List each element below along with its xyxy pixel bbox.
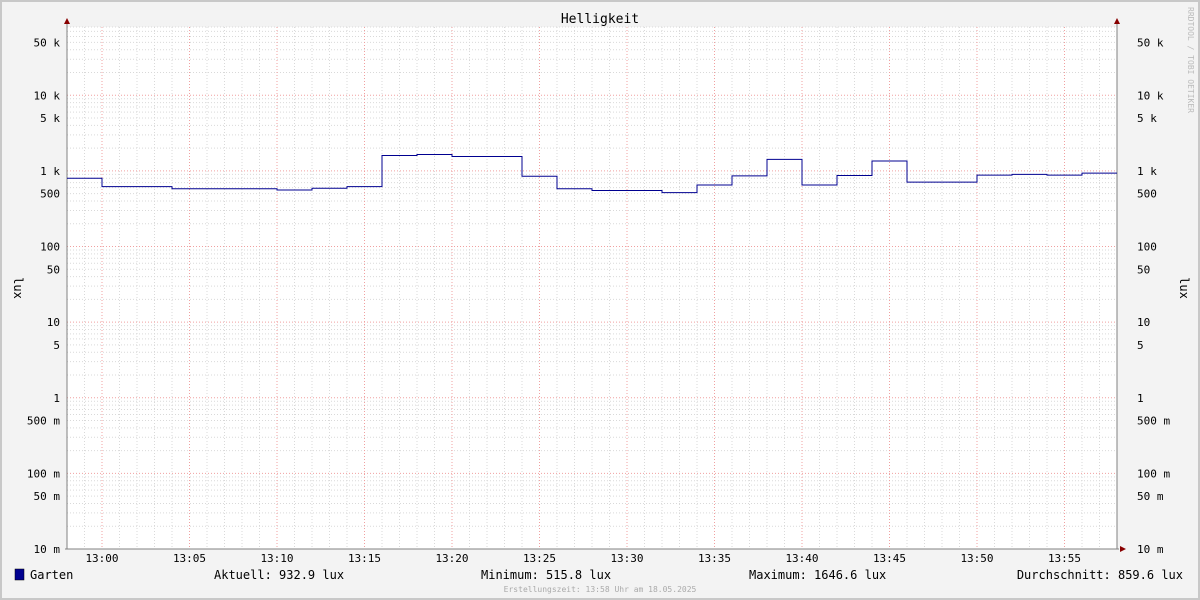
creation-time-footer: Erstellungszeit: 13:58 Uhr am 18.05.2025 — [504, 585, 697, 594]
x-tick-label: 13:40 — [785, 552, 818, 565]
x-tick-label: 13:10 — [260, 552, 293, 565]
y-tick-label-left: 1 — [53, 392, 60, 405]
brightness-chart: 50 k 50 k 10 k 10 k 5 k 5 k 1 k 1 k 500 500 100 100… — [0, 0, 1200, 600]
x-tick-label: 13:20 — [435, 552, 468, 565]
y-tick-label-right: 500 — [1137, 188, 1157, 201]
y-tick-label-left: 100 — [40, 241, 60, 254]
y-tick-label-right: 500 m — [1137, 415, 1170, 428]
y-axis-label-right: lux — [1177, 277, 1191, 299]
stat-current: Aktuell: 932.9 lux — [214, 568, 344, 582]
x-tick-label: 13:30 — [610, 552, 643, 565]
rrdtool-watermark: RRDTOOL / TOBI OETIKER — [1186, 7, 1195, 113]
y-tick-label-left: 500 m — [27, 415, 60, 428]
y-tick-label-left: 5 — [53, 339, 60, 352]
y-tick-label-right: 5 k — [1137, 112, 1157, 125]
y-axis-label-left: lux — [11, 277, 25, 299]
stat-minimum: Minimum: 515.8 lux — [481, 568, 611, 582]
y-tick-label-left: 1 k — [40, 165, 60, 178]
y-tick-label-right: 10 — [1137, 316, 1150, 329]
y-tick-label-left: 50 k — [34, 36, 61, 49]
stat-average: Durchschnitt: 859.6 lux — [1017, 568, 1183, 582]
y-tick-label-right: 1 k — [1137, 165, 1157, 178]
y-tick-label-left: 10 k — [34, 89, 61, 102]
chart-title: Helligkeit — [561, 12, 639, 27]
y-tick-label-right: 5 — [1137, 339, 1144, 352]
stat-maximum: Maximum: 1646.6 lux — [749, 568, 886, 582]
x-tick-label: 13:55 — [1048, 552, 1081, 565]
y-tick-label-left: 500 — [40, 188, 60, 201]
y-tick-label-right: 50 k — [1137, 36, 1164, 49]
x-tick-label: 13:25 — [523, 552, 556, 565]
x-tick-label: 13:05 — [173, 552, 206, 565]
y-tick-label-left: 10 — [47, 316, 60, 329]
y-tick-label-right: 50 — [1137, 263, 1150, 276]
y-tick-label-left: 5 k — [40, 112, 60, 125]
y-tick-label-left: 50 m — [34, 490, 61, 503]
y-tick-label-right: 10 k — [1137, 89, 1164, 102]
y-tick-label-right: 100 — [1137, 241, 1157, 254]
x-tick-label: 13:45 — [873, 552, 906, 565]
x-tick-label: 13:00 — [85, 552, 118, 565]
y-tick-label-left: 10 m — [34, 543, 61, 556]
x-tick-label: 13:50 — [960, 552, 993, 565]
legend-swatch-garten — [14, 568, 25, 581]
y-tick-label-right: 10 m — [1137, 543, 1164, 556]
y-tick-label-left: 100 m — [27, 467, 60, 480]
y-tick-label-right: 1 — [1137, 392, 1144, 405]
y-tick-label-right: 50 m — [1137, 490, 1164, 503]
x-tick-label: 13:35 — [698, 552, 731, 565]
y-tick-label-right: 100 m — [1137, 467, 1170, 480]
x-tick-label: 13:15 — [348, 552, 381, 565]
y-tick-label-left: 50 — [47, 263, 60, 276]
legend-label-garten: Garten — [30, 568, 73, 582]
